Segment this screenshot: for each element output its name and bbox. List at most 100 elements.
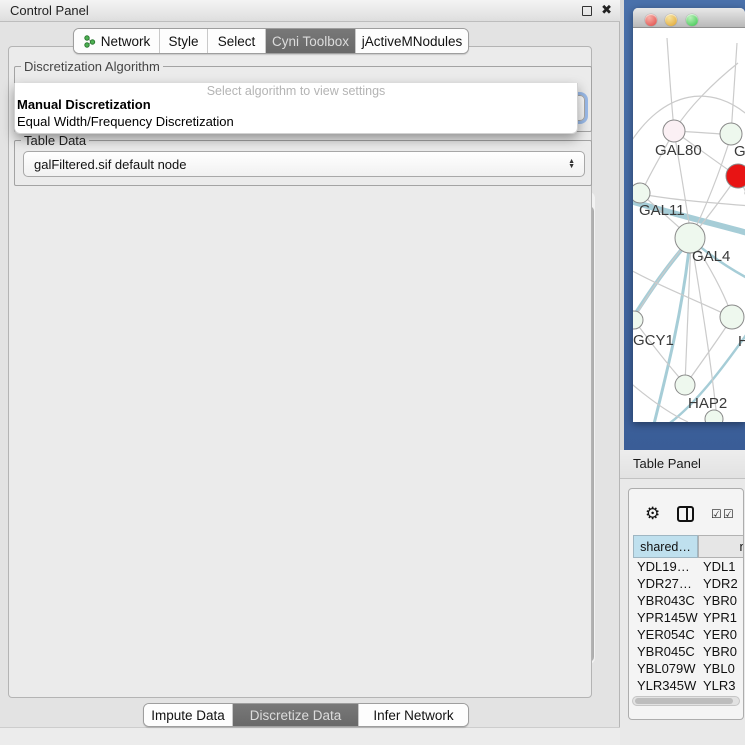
table-data-combo[interactable]: galFiltered.sif default node ▲▼	[23, 151, 585, 177]
table-row[interactable]: YDL19…YDL1	[633, 558, 744, 575]
control-panel: Control Panel ✖ Network Style Select Cyni T…	[0, 0, 620, 745]
table-rows: YDL19…YDL1YDR27…YDR2YBR043CYBR0YPR145WYP…	[633, 558, 744, 692]
discretization-algorithm-title: Discretization Algorithm	[21, 59, 163, 74]
tab-jactivemnodules[interactable]: jActiveMNodules	[356, 29, 468, 53]
zoom-traffic-light-icon[interactable]	[686, 14, 698, 26]
cell-shared-name: YBR045C	[633, 643, 697, 660]
node-label: GAL11	[639, 202, 685, 219]
cell-shared-name: YDL19…	[633, 558, 697, 575]
table-panel-area: ⚙ ☑ ☑ shared… n YDL19…YDL1YDR27…YDR2YBR0…	[620, 479, 745, 745]
horizontal-scrollbar-thumb[interactable]	[635, 698, 733, 704]
close-icon[interactable]: ✖	[601, 2, 612, 18]
combo-stepper-icon: ▲▼	[568, 159, 575, 169]
table-panel-titlebar: Table Panel	[620, 450, 745, 479]
bottom-tab-discretize-data[interactable]: Discretize Data	[233, 704, 359, 726]
cell-shared-name: YBL079W	[633, 660, 697, 677]
table-row[interactable]: YLR345WYLR3	[633, 677, 744, 692]
network-node-c[interactable]	[726, 164, 745, 188]
cell-shared-name: YER054C	[633, 626, 697, 643]
cell-shared-name: YPR145W	[633, 609, 697, 626]
network-node-h[interactable]	[720, 305, 744, 329]
network-edge[interactable]	[667, 38, 674, 130]
tab-label: Network	[101, 34, 151, 49]
algorithm-dropdown-popup: Select algorithm to view settings Manual…	[14, 83, 578, 134]
table-data-title: Table Data	[21, 133, 89, 148]
node-label: GAL4	[692, 248, 730, 265]
table-data-group: Table Data galFiltered.sif default node …	[14, 140, 592, 186]
network-node-ga[interactable]	[720, 123, 742, 145]
algorithm-hint-item: Select algorithm to view settings	[15, 84, 577, 98]
minimize-traffic-light-icon[interactable]	[665, 14, 677, 26]
network-canvas[interactable]: GAL80GACGAL11GAL4GCY1HHAP2	[633, 28, 745, 422]
node-label: GA	[734, 143, 745, 160]
bottom-tab-label: Discretize Data	[250, 708, 342, 723]
network-node-hap2[interactable]	[675, 375, 695, 395]
network-icon	[83, 35, 96, 48]
table-row[interactable]: YBL079WYBL0	[633, 660, 744, 677]
tab-label: jActiveMNodules	[362, 34, 463, 49]
table-row[interactable]: YDR27…YDR2	[633, 575, 744, 592]
columns-icon[interactable]	[677, 506, 694, 522]
bottom-tab-impute-data[interactable]: Impute Data	[144, 704, 233, 726]
table-subpanel: ⚙ ☑ ☑ shared… n YDL19…YDL1YDR27…YDR2YBR0…	[628, 488, 744, 720]
close-traffic-light-icon[interactable]	[645, 14, 657, 26]
network-window: GAL80GACGAL11GAL4GCY1HHAP2	[633, 8, 745, 422]
network-edge[interactable]	[731, 43, 737, 135]
control-panel-title: Control Panel	[10, 3, 89, 18]
tab-style[interactable]: Style	[160, 29, 208, 53]
cell-name: YLR3	[697, 677, 736, 692]
algorithm-option-manual[interactable]: Manual Discretization	[17, 97, 151, 112]
horizontal-scrollbar[interactable]	[632, 696, 740, 706]
table-row[interactable]: YPR145WYPR1	[633, 609, 744, 626]
right-side: GAL80GACGAL11GAL4GCY1HHAP2 Table Panel ⚙…	[620, 0, 745, 745]
table-panel-title: Table Panel	[633, 456, 701, 471]
tab-select[interactable]: Select	[208, 29, 266, 53]
network-window-titlebar[interactable]	[633, 8, 745, 28]
network-edge[interactable]	[674, 63, 738, 131]
bottom-tab-bar: Impute Data Discretize Data Infer Network	[143, 703, 469, 727]
bottom-tab-label: Infer Network	[373, 708, 453, 723]
cell-name: YBR0	[697, 643, 737, 660]
network-node-gcy1[interactable]	[633, 311, 643, 329]
cell-name: YPR1	[697, 609, 737, 626]
column-header-shared[interactable]: shared…	[633, 535, 698, 558]
checkbox-icon[interactable]: ☑	[711, 507, 722, 521]
node-label: GAL80	[655, 142, 702, 159]
cell-shared-name: YLR345W	[633, 677, 697, 692]
top-tab-bar: Network Style Select Cyni Toolbox jActiveMNo…	[73, 28, 469, 54]
network-edge[interactable]	[686, 318, 732, 384]
node-label: HAP2	[688, 395, 727, 412]
table-row[interactable]: YBR043CYBR0	[633, 592, 744, 609]
tab-label: Cyni Toolbox	[272, 34, 349, 49]
network-node-gal80[interactable]	[663, 120, 685, 142]
tab-label: Select	[218, 34, 256, 49]
control-panel-titlebar: Control Panel ✖	[0, 0, 620, 22]
network-graph: GAL80GACGAL11GAL4GCY1HHAP2	[633, 28, 745, 422]
algorithm-option-equal-width[interactable]: Equal Width/Frequency Discretization	[17, 114, 234, 129]
cell-shared-name: YDR27…	[633, 575, 697, 592]
cell-name: YER0	[697, 626, 737, 643]
table-row[interactable]: YBR045CYBR0	[633, 643, 744, 660]
float-window-icon[interactable]	[582, 6, 592, 16]
cell-shared-name: YBR043C	[633, 592, 697, 609]
column-header-name[interactable]: n	[698, 535, 744, 558]
bottom-tab-label: Impute Data	[151, 708, 225, 723]
application-root: Control Panel ✖ Network Style Select Cyni T…	[0, 0, 745, 745]
gear-icon[interactable]: ⚙	[645, 504, 660, 524]
tab-label: Style	[168, 34, 198, 49]
table-data-combo-value: galFiltered.sif default node	[34, 157, 186, 172]
network-node-gal11[interactable]	[633, 183, 650, 203]
cell-name: YDR2	[697, 575, 738, 592]
cell-name: YDL1	[697, 558, 736, 575]
network-edge[interactable]	[691, 239, 717, 419]
bottom-tab-infer-network[interactable]: Infer Network	[359, 704, 468, 726]
node-label: GCY1	[633, 332, 674, 349]
cell-name: YBR0	[697, 592, 737, 609]
checkbox-icon[interactable]: ☑	[723, 507, 734, 521]
table-row[interactable]: YER054CYER0	[633, 626, 744, 643]
tab-network[interactable]: Network	[74, 29, 160, 53]
node-label: H	[738, 333, 745, 350]
bottom-strip	[0, 727, 620, 745]
tab-cyni-toolbox[interactable]: Cyni Toolbox	[266, 29, 356, 53]
cell-name: YBL0	[697, 660, 735, 677]
